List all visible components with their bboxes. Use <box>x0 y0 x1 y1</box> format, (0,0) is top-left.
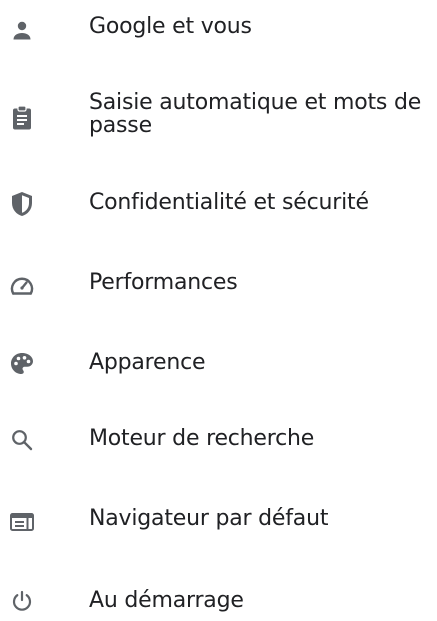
menu-item-search-engine[interactable]: Moteur de recherche <box>0 413 437 469</box>
menu-item-privacy-security[interactable]: Confidentialité et sécurité <box>0 176 437 232</box>
menu-item-label: Navigateur par défaut <box>89 506 329 531</box>
menu-item-label: Au démarrage <box>89 588 244 613</box>
menu-item-appearance[interactable]: Apparence <box>0 336 437 392</box>
power-icon <box>8 587 36 615</box>
menu-item-label: Performances <box>89 270 238 295</box>
settings-menu: Google et vous Saisie automatique et mot… <box>0 0 437 621</box>
menu-item-google-and-you[interactable]: Google et vous <box>0 0 437 56</box>
menu-item-label: Moteur de recherche <box>89 426 315 451</box>
menu-item-default-browser[interactable]: Navigateur par défaut <box>0 493 437 549</box>
palette-icon <box>8 350 36 378</box>
menu-item-autofill-passwords[interactable]: Saisie automatique et mots de passe <box>0 80 437 150</box>
speedometer-icon <box>8 272 36 300</box>
menu-item-label: Confidentialité et sécurité <box>89 190 369 215</box>
menu-item-performance[interactable]: Performances <box>0 256 437 312</box>
menu-item-label: Google et vous <box>89 14 252 39</box>
menu-item-label: Apparence <box>89 350 206 375</box>
browser-icon <box>8 508 36 536</box>
menu-item-label: Saisie automatique et mots de passe <box>89 90 422 138</box>
clipboard-icon <box>8 104 36 132</box>
menu-item-on-startup[interactable]: Au démarrage <box>0 576 437 621</box>
shield-icon <box>8 190 36 218</box>
person-icon <box>8 17 36 45</box>
search-icon <box>8 426 36 454</box>
